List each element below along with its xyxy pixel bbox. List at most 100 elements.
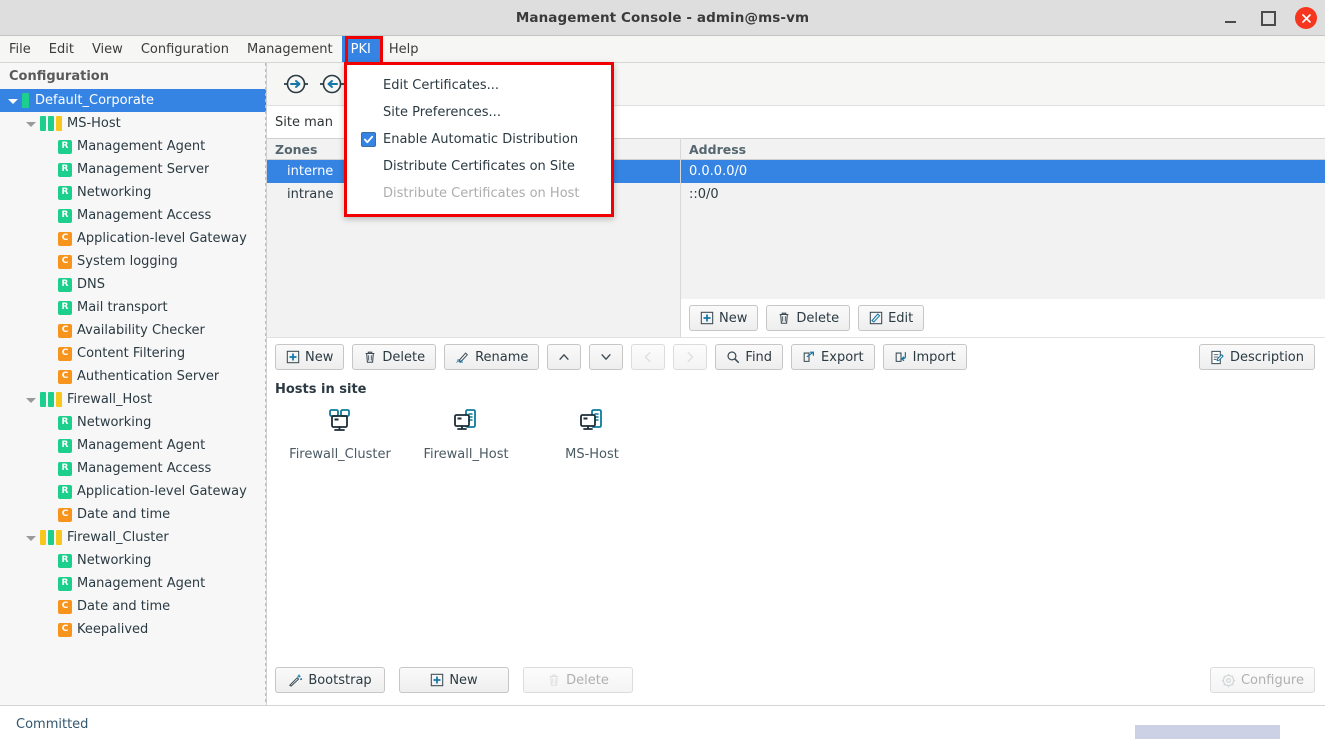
zone-find-button[interactable]: Find: [715, 344, 784, 370]
pki-menu-item-enable-automatic-distribution[interactable]: Enable Automatic Distribution: [347, 126, 611, 153]
chevron-down-button[interactable]: [589, 344, 624, 370]
address-new-button[interactable]: New: [689, 305, 759, 331]
tree-item-dns[interactable]: R DNS: [0, 273, 266, 296]
host-bootstrap-button-label: Bootstrap: [308, 672, 372, 688]
configured-badge-icon: C: [58, 323, 72, 338]
chevron-right-button[interactable]: [673, 344, 708, 370]
close-icon[interactable]: [1295, 7, 1317, 29]
address-delete-button-label: Delete: [796, 310, 840, 326]
host-new-button[interactable]: New: [399, 667, 509, 693]
address-edit-button[interactable]: Edit: [858, 305, 925, 331]
chevron-down-icon[interactable]: [26, 395, 36, 405]
pencil-icon: [869, 311, 883, 325]
tree-item-firewall-host[interactable]: Firewall_Host: [0, 388, 266, 411]
host-label: MS-Host: [565, 447, 619, 462]
menu-file[interactable]: File: [0, 36, 40, 62]
menu-help[interactable]: Help: [380, 36, 428, 62]
tree-item-default-corporate[interactable]: Default_Corporate: [0, 89, 266, 112]
navigate-forward-icon[interactable]: [281, 69, 311, 99]
host-item[interactable]: Firewall_Host: [403, 407, 529, 462]
checkbox-checked-icon[interactable]: [361, 132, 376, 147]
zone-delete-button[interactable]: Delete: [352, 344, 437, 370]
tree-item-networking[interactable]: R Networking: [0, 411, 266, 434]
zone-import-button[interactable]: Import: [882, 344, 967, 370]
zone-rename-button[interactable]: Aa Rename: [444, 344, 540, 370]
tree-item-firewall-cluster[interactable]: Firewall_Cluster: [0, 526, 266, 549]
rename-icon: Aa: [456, 352, 469, 364]
host-item[interactable]: MS-Host: [529, 407, 655, 462]
main-body: Configuration Default_Corporate MS-Host R M…: [0, 63, 1325, 705]
pki-menu-item-site-preferences[interactable]: Site Preferences...: [347, 99, 611, 126]
tree-item-networking[interactable]: R Networking: [0, 549, 266, 572]
tree-item-application-level-gateway[interactable]: C Application-level Gateway: [0, 227, 266, 250]
running-badge-icon: R: [58, 553, 72, 568]
pki-dropdown-menu[interactable]: Edit Certificates... Site Preferences... E…: [344, 62, 614, 217]
address-pane: Address 0.0.0.0/0 ::0/0 New Delete Edit: [681, 138, 1325, 337]
status-bars-icon: [40, 530, 62, 545]
window-title: Management Console - admin@ms-vm: [515, 9, 810, 26]
running-badge-icon: R: [58, 415, 72, 430]
table-row[interactable]: 0.0.0.0/0: [681, 160, 1325, 183]
status-bar-icon: [22, 93, 29, 108]
zone-export-button[interactable]: Export: [791, 344, 875, 370]
chevron-up-button[interactable]: [547, 344, 582, 370]
address-table-body[interactable]: 0.0.0.0/0 ::0/0: [681, 160, 1325, 299]
menu-configuration[interactable]: Configuration: [132, 36, 238, 62]
tree-item-content-filtering[interactable]: C Content Filtering: [0, 342, 266, 365]
gear-icon: [1221, 673, 1236, 687]
tree-item-label: Application-level Gateway: [77, 484, 247, 499]
address-delete-button[interactable]: Delete: [766, 305, 851, 331]
chevron-down-icon[interactable]: [26, 533, 36, 543]
description-button-label: Description: [1229, 349, 1304, 365]
pki-menu-item-distribute-certificates-on-host: Distribute Certificates on Host: [347, 180, 611, 207]
navigate-back-icon[interactable]: [317, 69, 347, 99]
configure-button[interactable]: Configure: [1209, 667, 1315, 693]
table-row[interactable]: ::0/0: [681, 183, 1325, 206]
tree-item-system-logging[interactable]: C System logging: [0, 250, 266, 273]
host-item[interactable]: Firewall_Cluster: [277, 407, 403, 462]
tree-item-label: Management Server: [77, 162, 210, 177]
chevron-left-button[interactable]: [631, 344, 666, 370]
minimize-icon[interactable]: [1219, 7, 1241, 29]
tree-item-keepalived[interactable]: C Keepalived: [0, 618, 266, 641]
tree-item-date-and-time[interactable]: C Date and time: [0, 503, 266, 526]
tree-item-mail-transport[interactable]: R Mail transport: [0, 296, 266, 319]
tree-item-ms-host[interactable]: MS-Host: [0, 112, 266, 135]
tree-item-management-access[interactable]: R Management Access: [0, 204, 266, 227]
tree-item-authentication-server[interactable]: C Authentication Server: [0, 365, 266, 388]
tree-item-label: Management Agent: [77, 576, 206, 591]
pki-menu-item-distribute-certificates-on-site[interactable]: Distribute Certificates on Site: [347, 153, 611, 180]
chevron-down-icon[interactable]: [26, 119, 36, 129]
tree-item-management-server[interactable]: R Management Server: [0, 158, 266, 181]
tree-item-management-agent[interactable]: R Management Agent: [0, 572, 266, 595]
status-text: Committed: [16, 716, 89, 732]
tree-item-label: Date and time: [77, 599, 171, 614]
tree-item-networking[interactable]: R Networking: [0, 181, 266, 204]
address-column-header: Address: [681, 138, 1325, 160]
tree-item-management-agent[interactable]: R Management Agent: [0, 434, 266, 457]
menu-view[interactable]: View: [83, 36, 132, 62]
chevron-down-icon[interactable]: [8, 96, 18, 106]
menu-management[interactable]: Management: [238, 36, 342, 62]
menu-bar: File Edit View Configuration Management …: [0, 36, 1325, 63]
tree-item-management-access[interactable]: R Management Access: [0, 457, 266, 480]
menu-edit[interactable]: Edit: [40, 36, 83, 62]
configured-badge-icon: C: [58, 622, 72, 637]
host-delete-button[interactable]: Delete: [523, 667, 633, 693]
tree-item-availability-checker[interactable]: C Availability Checker: [0, 319, 266, 342]
zone-rename-button-label: Rename: [475, 349, 529, 365]
tree-item-management-agent[interactable]: R Management Agent: [0, 135, 266, 158]
host-bootstrap-button[interactable]: Bootstrap: [275, 667, 385, 693]
pki-menu-item-edit-certificates[interactable]: Edit Certificates...: [347, 72, 611, 99]
menu-pki[interactable]: PKI: [341, 36, 380, 62]
tree-item-application-level-gateway[interactable]: R Application-level Gateway: [0, 480, 266, 503]
maximize-icon[interactable]: [1257, 7, 1279, 29]
tree-item-date-and-time[interactable]: C Date and time: [0, 595, 266, 618]
description-button[interactable]: Description: [1198, 344, 1315, 370]
configuration-tree[interactable]: Default_Corporate MS-Host R Management Agen…: [0, 89, 266, 705]
zone-new-button[interactable]: New: [275, 344, 345, 370]
